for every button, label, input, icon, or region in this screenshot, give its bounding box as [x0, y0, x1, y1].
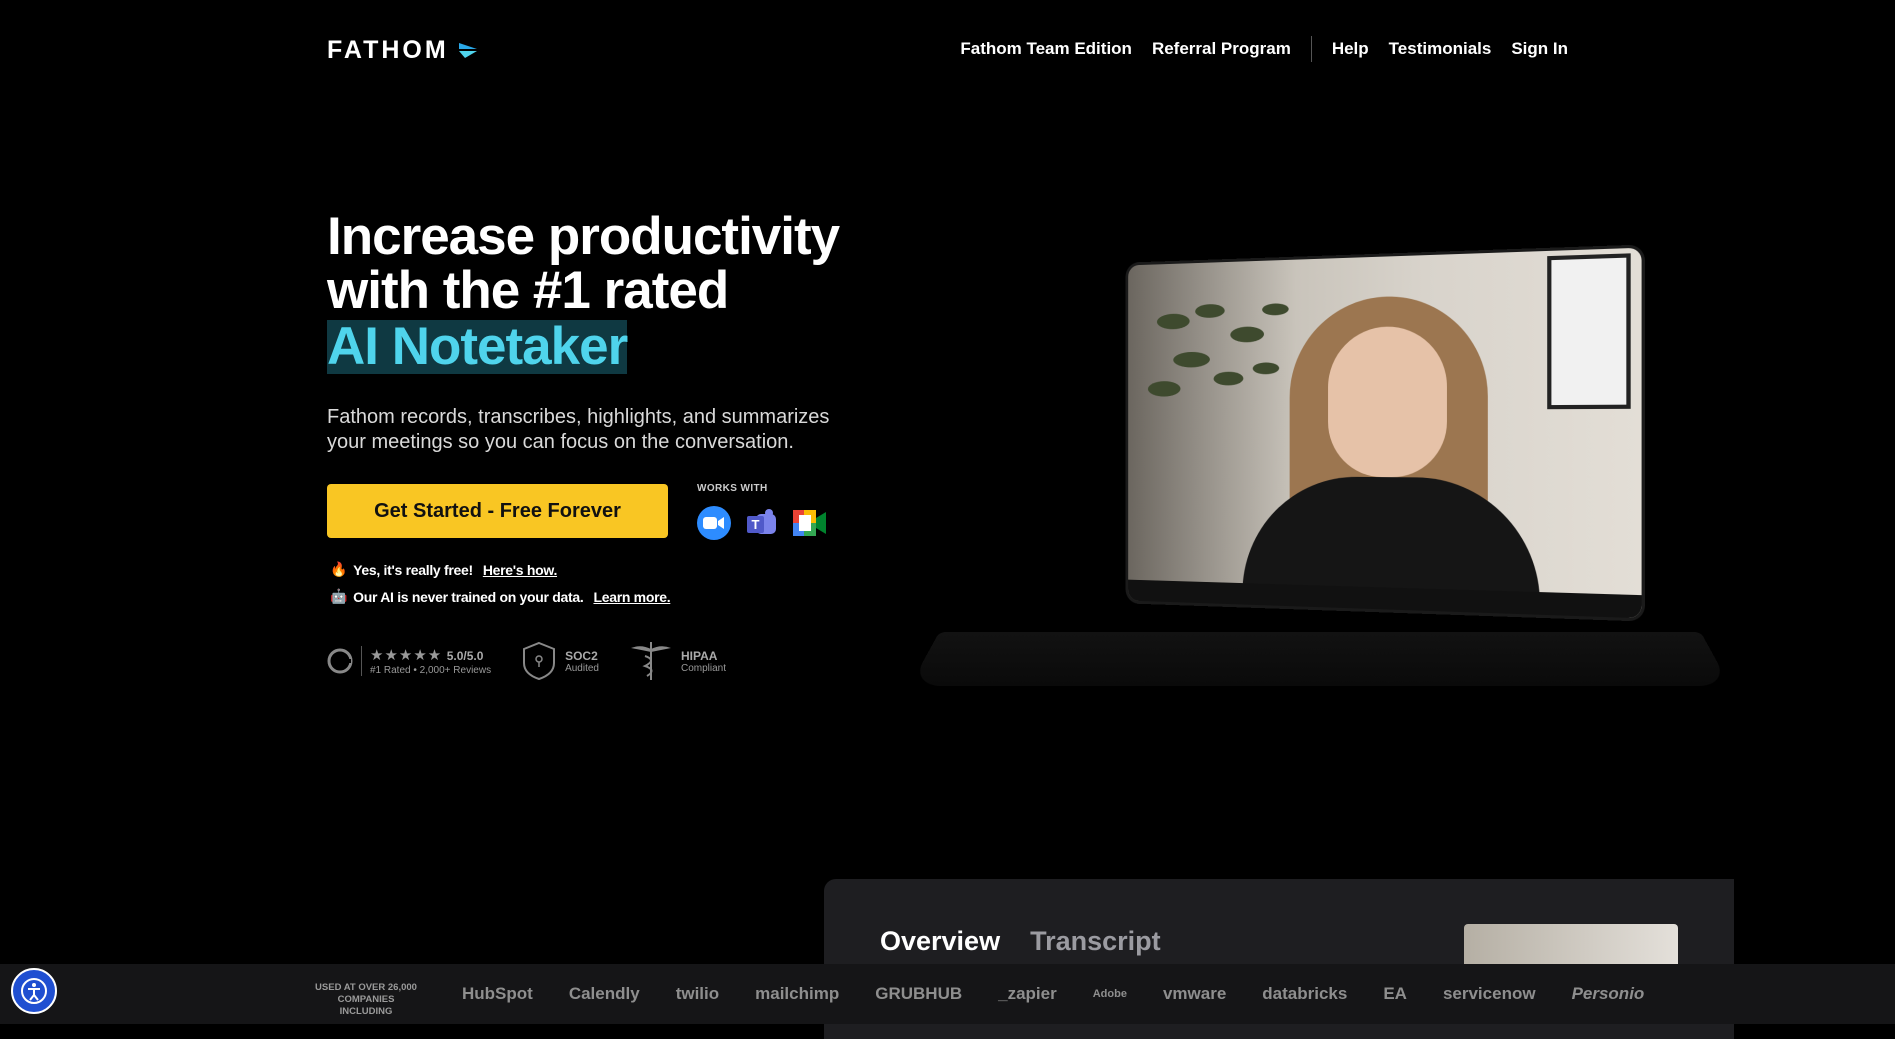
get-started-button[interactable]: Get Started - Free Forever	[327, 484, 668, 538]
heres-how-link[interactable]: Here's how.	[483, 562, 558, 578]
meeting-video	[1128, 247, 1642, 619]
hipaa-sub: Compliant	[681, 662, 727, 674]
laptop-base	[909, 632, 1731, 686]
databricks-logo: databricks	[1262, 984, 1348, 1003]
hero-title-line2: with the #1 rated	[327, 261, 729, 320]
g2-badge: ★★★★★ 5.0/5.0 #1 Rated • 2,000+ Reviews	[327, 646, 491, 676]
laptop-meeting-visual	[909, 245, 1731, 695]
g2-icon	[327, 648, 353, 674]
soc2-badge: SOC2 Audited	[521, 641, 599, 681]
nav-help[interactable]: Help	[1332, 39, 1369, 59]
vmware-logo: vmware	[1162, 984, 1227, 1003]
shield-icon	[523, 641, 556, 681]
nav-sign-in[interactable]: Sign In	[1511, 39, 1568, 59]
accessibility-icon	[21, 978, 47, 1004]
trust-badges: ★★★★★ 5.0/5.0 #1 Rated • 2,000+ Reviews …	[327, 640, 726, 682]
tab-transcript[interactable]: Transcript	[1030, 926, 1161, 957]
zapier-logo: _zapier	[998, 984, 1057, 1003]
customers-label-line2: COMPANIES INCLUDING	[337, 994, 395, 1017]
soc2-sub: Audited	[565, 662, 599, 674]
free-note-text: Yes, it's really free!	[353, 561, 473, 578]
google-meet-icon	[793, 506, 827, 540]
servicenow-logo: servicenow	[1442, 984, 1536, 1003]
hipaa-badge: HIPAA Compliant	[629, 640, 726, 682]
hero-title-line1: Increase productivity	[327, 207, 840, 266]
hubspot-logo: HubSpot	[462, 984, 533, 1003]
hero-title-highlight: AI Notetaker	[327, 317, 628, 376]
fathom-logo[interactable]: FATHOM	[327, 36, 479, 65]
svg-text:T: T	[752, 517, 760, 532]
hero-title: Increase productivity with the #1 rated …	[327, 210, 887, 374]
nav-divider	[1310, 36, 1312, 62]
top-nav: Fathom Team Edition Referral Program Hel…	[960, 36, 1568, 62]
calendly-logo: Calendly	[568, 984, 640, 1003]
person-face	[1328, 325, 1447, 478]
nav-referral-program[interactable]: Referral Program	[1152, 39, 1291, 59]
caduceus-icon	[631, 642, 671, 680]
robot-icon: 🤖	[330, 588, 348, 604]
wall-art-image	[1547, 253, 1631, 410]
hipaa-title: HIPAA	[681, 648, 718, 663]
works-with: WORKS WITH T	[697, 483, 827, 540]
site-header: FATHOM Fathom Team Edition Referral Prog…	[0, 0, 1895, 100]
ea-logo: EA	[1383, 984, 1407, 1003]
star-rating-icons: ★★★★★	[370, 647, 443, 664]
grubhub-logo: GRUBHUB	[875, 984, 963, 1003]
customer-logos-strip: USED AT OVER 26,000 COMPANIES INCLUDING …	[0, 964, 1895, 1024]
works-with-label: WORKS WITH	[697, 483, 768, 494]
twilio-logo: twilio	[675, 984, 720, 1003]
privacy-note-text: Our AI is never trained on your data.	[353, 588, 584, 605]
privacy-note: 🤖 Our AI is never trained on your data. …	[330, 583, 671, 610]
personio-logo: Personio	[1571, 984, 1645, 1003]
fire-icon: 🔥	[330, 561, 348, 577]
learn-more-link[interactable]: Learn more.	[593, 589, 670, 605]
rating-value: 5.0/5.0	[446, 649, 484, 663]
works-with-icons: T	[697, 506, 827, 540]
zoom-icon	[697, 506, 731, 540]
adobe-logo: Adobe	[1092, 988, 1127, 1000]
accessibility-button[interactable]	[11, 968, 57, 1014]
brand-name: FATHOM	[327, 36, 449, 64]
customer-logos: HubSpot Calendly twilio mailchimp GRUBHU…	[462, 964, 1644, 1024]
demo-tabs: Overview Transcript	[880, 926, 1161, 957]
rating-sub: #1 Rated • 2,000+ Reviews	[370, 665, 492, 676]
hero-notes: 🔥 Yes, it's really free! Here's how. 🤖 O…	[330, 556, 671, 610]
tab-overview[interactable]: Overview	[880, 926, 1000, 957]
customers-label-line1: USED AT OVER 26,000	[315, 982, 417, 993]
soc2-title: SOC2	[565, 648, 598, 663]
fathom-logo-icon	[458, 42, 477, 58]
mailchimp-logo: mailchimp	[755, 984, 840, 1003]
nav-testimonials[interactable]: Testimonials	[1389, 39, 1492, 59]
free-note: 🔥 Yes, it's really free! Here's how.	[330, 556, 670, 583]
teams-icon: T	[745, 506, 779, 540]
hero-subtitle: Fathom records, transcribes, highlights,…	[327, 406, 830, 453]
nav-team-edition[interactable]: Fathom Team Edition	[960, 39, 1132, 59]
customers-label: USED AT OVER 26,000 COMPANIES INCLUDING	[310, 982, 422, 1018]
